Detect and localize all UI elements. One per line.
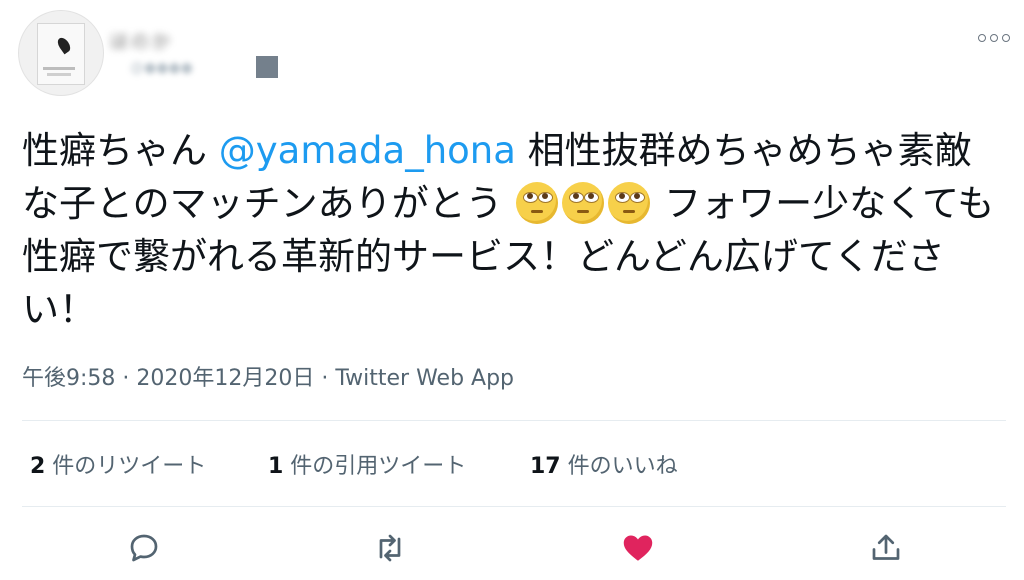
- like-button[interactable]: [620, 530, 656, 566]
- rolling-eyes-emoji-icon: [516, 182, 559, 224]
- likes-stat[interactable]: 17 件のいいね: [530, 448, 678, 480]
- quotes-stat[interactable]: 1 件の引用ツイート: [268, 448, 466, 480]
- tweet-text: 性癖ちゃん @yamada_hona 相性抜群めちゃめちゃ素敵な子とのマッチンあ…: [22, 124, 1002, 336]
- retweet-button[interactable]: [372, 530, 408, 566]
- tweet-source[interactable]: Twitter Web App: [335, 366, 514, 391]
- display-name[interactable]: ほのか: [110, 28, 220, 53]
- divider: [22, 420, 1006, 421]
- user-handle[interactable]: @●●●●: [130, 60, 250, 78]
- reply-button[interactable]: [126, 530, 162, 566]
- quotes-count: 1: [268, 454, 284, 479]
- tweet-meta: 午後9:58 · 2020年12月20日 · Twitter Web App: [22, 360, 514, 392]
- share-icon: [872, 534, 900, 560]
- meta-separator: ·: [314, 366, 336, 391]
- mention-link[interactable]: @yamada_hona: [219, 129, 516, 172]
- retweets-count: 2: [30, 454, 46, 479]
- heart-icon: [623, 535, 653, 561]
- retweet-icon: [379, 534, 401, 562]
- tweet-header: ほのか @●●●●: [0, 0, 1024, 110]
- retweets-label: 件のリツイート: [45, 454, 207, 479]
- avatar-line: [43, 67, 75, 70]
- divider: [22, 506, 1006, 507]
- likes-count: 17: [530, 454, 561, 479]
- reply-icon: [130, 534, 158, 562]
- tweet-text-start: 性癖ちゃん: [22, 129, 219, 172]
- retweets-stat[interactable]: 2 件のリツイート: [30, 448, 206, 480]
- share-button[interactable]: [868, 530, 904, 566]
- rolling-eyes-emoji-icon: [562, 182, 605, 224]
- tweet-time[interactable]: 午後9:58: [22, 366, 115, 391]
- avatar-line: [47, 73, 71, 76]
- avatar[interactable]: [18, 10, 104, 96]
- redaction-block: [256, 56, 278, 78]
- rolling-eyes-emoji-icon: [608, 182, 651, 224]
- meta-separator: ·: [115, 366, 137, 391]
- likes-label: 件のいいね: [560, 454, 678, 479]
- tweet-date[interactable]: 2020年12月20日: [136, 366, 314, 391]
- more-options-icon[interactable]: [976, 24, 1014, 50]
- quotes-label: 件の引用ツイート: [283, 454, 467, 479]
